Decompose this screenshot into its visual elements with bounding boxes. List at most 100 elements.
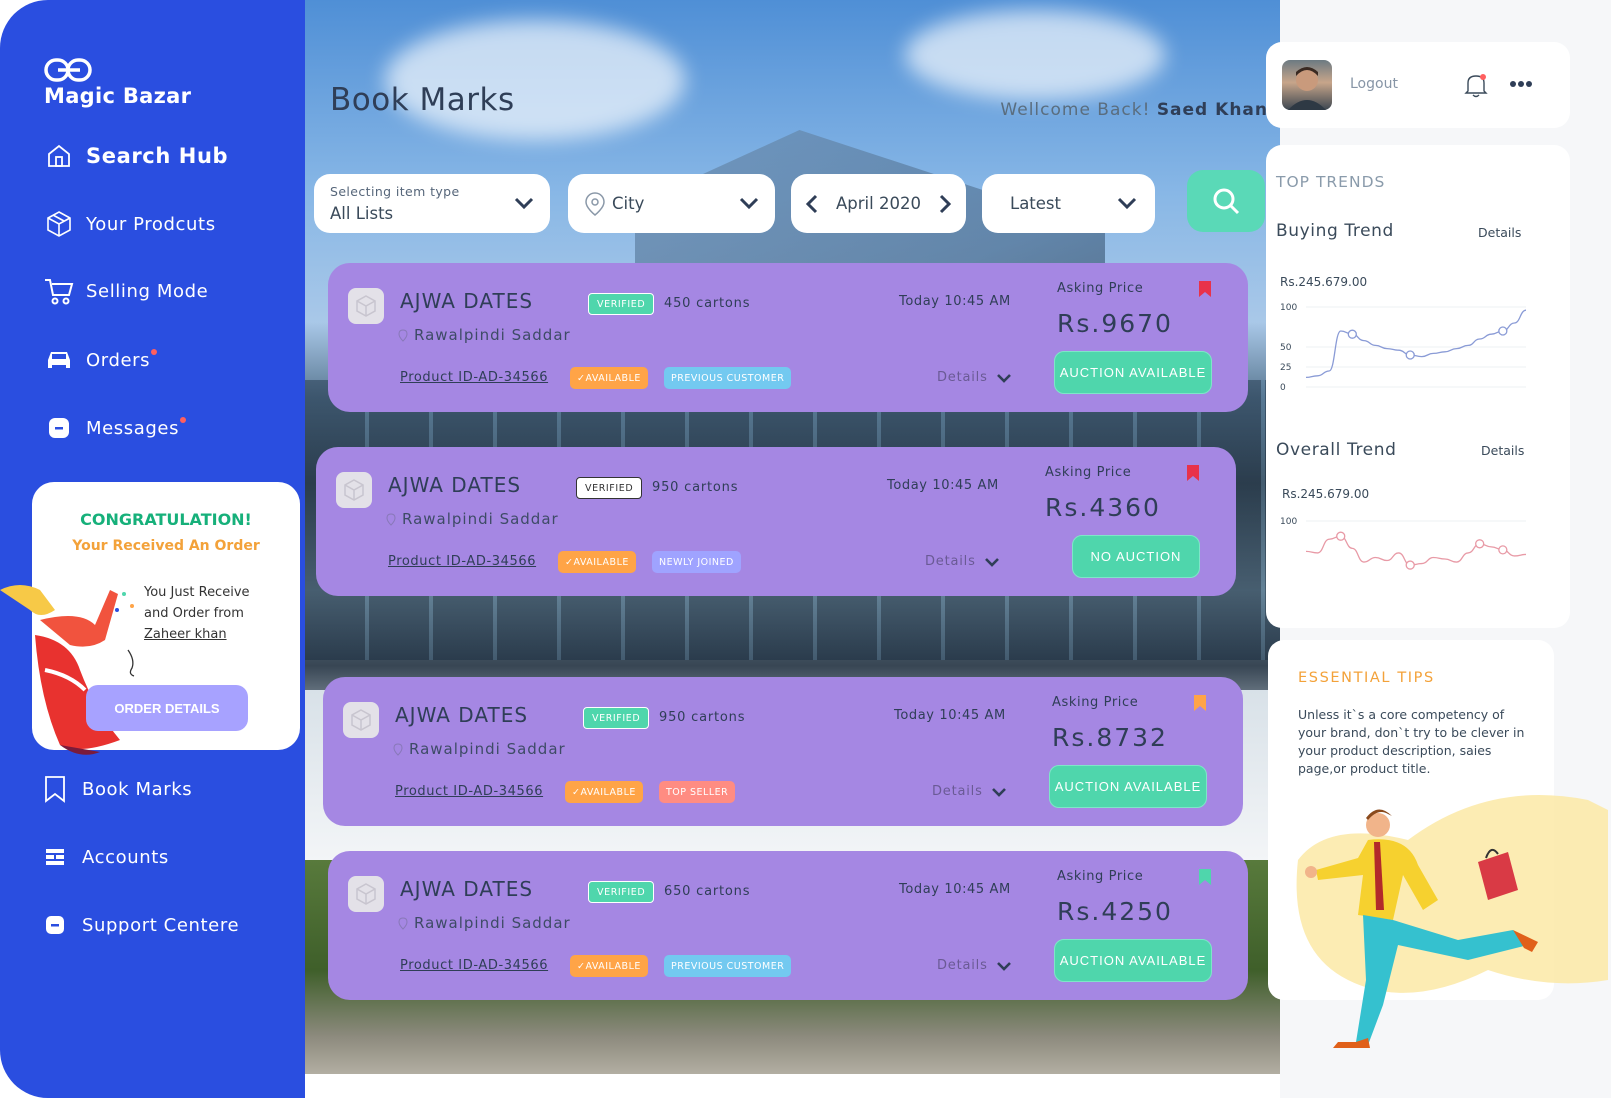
- carton-count: 650 cartons: [664, 884, 751, 899]
- auction-status-button[interactable]: AUCTION AVAILABLE: [1054, 351, 1212, 394]
- chevron-down-icon: [739, 197, 759, 210]
- brand-logo[interactable]: Magic Bazar: [44, 58, 191, 108]
- sidebar-item-label: Book Marks: [82, 778, 193, 800]
- city-value: City: [612, 194, 645, 213]
- sidebar-item-bookmarks[interactable]: Book Marks: [40, 774, 192, 804]
- tips-title: ESSENTIAL TIPS: [1298, 670, 1435, 686]
- bookmark-flag-icon[interactable]: [1193, 695, 1207, 711]
- app-root: Magic Bazar Search Hub Your Prodcuts Sel…: [0, 0, 1611, 1098]
- overall-trend-value: Rs.245.679.00: [1282, 487, 1370, 501]
- welcome-text: Wellcome Back!: [1000, 100, 1151, 120]
- data-point: [1498, 545, 1508, 555]
- bookmark-card[interactable]: AJWA DATES Rawalpindi Saddar Product ID-…: [328, 851, 1248, 1000]
- customer-link[interactable]: Zaheer khan: [144, 627, 227, 642]
- sort-select[interactable]: Latest: [982, 174, 1155, 233]
- box-icon: [44, 209, 74, 239]
- asking-price: Rs.9670: [1057, 309, 1173, 338]
- buying-trend-chart: 100 50 25 0: [1280, 303, 1527, 393]
- details-toggle[interactable]: Details: [932, 784, 1007, 799]
- buying-trend-details-link[interactable]: Details: [1478, 225, 1521, 240]
- page-title: Book Marks: [330, 82, 515, 118]
- verified-badge: VERIFIED: [588, 293, 655, 315]
- celebration-illustration: [0, 585, 135, 755]
- details-toggle[interactable]: Details: [937, 370, 1012, 385]
- verified-badge: VERIFIED: [588, 881, 655, 903]
- bookmark-flag-icon[interactable]: [1198, 281, 1212, 297]
- product-name: AJWA DATES: [388, 473, 522, 497]
- data-point: [1475, 539, 1485, 549]
- chevron-left-icon[interactable]: [805, 194, 819, 214]
- sidebar-item-accounts[interactable]: Accounts: [40, 842, 169, 872]
- bookmark-card[interactable]: AJWA DATES Rawalpindi Saddar Product ID-…: [328, 263, 1248, 412]
- congrats-subtitle: Your Received An Order: [72, 538, 260, 554]
- data-point: [1405, 350, 1415, 360]
- location-pin-icon: [393, 742, 403, 756]
- product-name: AJWA DATES: [395, 703, 529, 727]
- sidebar-item-label: Selling Mode: [86, 280, 209, 302]
- product-id-link[interactable]: Product ID-AD-34566: [395, 784, 543, 799]
- bookmark-flag-icon[interactable]: [1186, 465, 1200, 481]
- avatar[interactable]: [1282, 60, 1332, 110]
- bookmark-flag-icon[interactable]: [1198, 869, 1212, 885]
- available-tag: ✓ AVAILABLE: [570, 955, 648, 977]
- available-tag: ✓ AVAILABLE: [558, 551, 636, 573]
- sidebar-item-selling-mode[interactable]: Selling Mode: [44, 276, 208, 306]
- accounts-icon: [40, 842, 70, 872]
- bell-icon[interactable]: [1464, 72, 1488, 98]
- asking-price: Rs.8732: [1052, 723, 1168, 752]
- details-toggle[interactable]: Details: [925, 554, 1000, 569]
- product-id-link[interactable]: Product ID-AD-34566: [400, 958, 548, 973]
- order-notification-card: CONGRATULATION! Your Received An Order Y…: [0, 482, 300, 755]
- user-name: Saed Khan: [1156, 100, 1268, 120]
- details-toggle[interactable]: Details: [937, 958, 1012, 973]
- verified-badge: VERIFIED: [583, 707, 650, 729]
- chevron-down-icon: [514, 197, 534, 210]
- customer-tag: PREVIOUS CUSTOMER: [664, 367, 792, 389]
- chart-tick-labels: 100 50 25 0: [1280, 303, 1297, 393]
- asking-price: Rs.4250: [1057, 897, 1173, 926]
- carton-count: 950 cartons: [652, 480, 739, 495]
- check-icon: ✓: [565, 556, 574, 568]
- overall-trend-line: [1305, 535, 1527, 566]
- check-icon: ✓: [577, 960, 586, 972]
- location-pin-icon: [398, 328, 408, 342]
- product-thumbnail: [343, 702, 379, 738]
- asking-price-label: Asking Price: [1052, 695, 1139, 710]
- item-type-select[interactable]: Selecting item type All Lists: [314, 174, 550, 233]
- sidebar-item-messages[interactable]: Messages: [44, 413, 187, 443]
- product-id-link[interactable]: Product ID-AD-34566: [388, 554, 536, 569]
- congrats-line: and Order from: [144, 606, 244, 621]
- auction-status-button[interactable]: AUCTION AVAILABLE: [1049, 765, 1207, 808]
- sidebar-item-label: Your Prodcuts: [86, 213, 216, 235]
- customer-tag: NEWLY JOINED: [652, 551, 741, 573]
- main-content: Book Marks Wellcome Back! Saed Khan Sele…: [305, 0, 1280, 1074]
- more-options-icon[interactable]: [1509, 80, 1533, 88]
- sidebar-item-your-products[interactable]: Your Prodcuts: [44, 209, 216, 239]
- tick-label: 50: [1280, 343, 1292, 353]
- sidebar-item-support[interactable]: Support Centere: [40, 910, 239, 940]
- city-select[interactable]: City: [568, 174, 775, 233]
- timestamp: Today 10:45 AM: [899, 294, 1011, 309]
- bookmark-card[interactable]: AJWA DATES Rawalpindi Saddar Product ID-…: [316, 447, 1236, 596]
- asking-price-label: Asking Price: [1045, 465, 1132, 480]
- chevron-right-icon[interactable]: [938, 194, 952, 214]
- overall-trend-details-link[interactable]: Details: [1481, 443, 1524, 458]
- data-point: [1347, 329, 1357, 339]
- product-location: Rawalpindi Saddar: [398, 326, 571, 344]
- location-text: Rawalpindi Saddar: [414, 914, 571, 932]
- logout-link[interactable]: Logout: [1350, 76, 1398, 92]
- month-picker[interactable]: April 2020: [791, 174, 966, 233]
- carton-count: 950 cartons: [659, 710, 746, 725]
- order-details-button[interactable]: ORDER DETAILS: [86, 685, 248, 731]
- bookmark-card[interactable]: AJWA DATES Rawalpindi Saddar Product ID-…: [323, 677, 1243, 826]
- sidebar-item-orders[interactable]: Orders: [44, 345, 158, 375]
- auction-status-button[interactable]: NO AUCTION: [1072, 535, 1200, 578]
- sort-value: Latest: [1010, 194, 1061, 213]
- search-button[interactable]: [1187, 170, 1265, 232]
- tick-label: 100: [1280, 303, 1297, 313]
- sidebar-item-search-hub[interactable]: Search Hub: [44, 141, 228, 171]
- auction-status-button[interactable]: AUCTION AVAILABLE: [1054, 939, 1212, 982]
- product-id-link[interactable]: Product ID-AD-34566: [400, 370, 548, 385]
- check-icon: ✓: [572, 786, 581, 798]
- car-icon: [44, 345, 74, 375]
